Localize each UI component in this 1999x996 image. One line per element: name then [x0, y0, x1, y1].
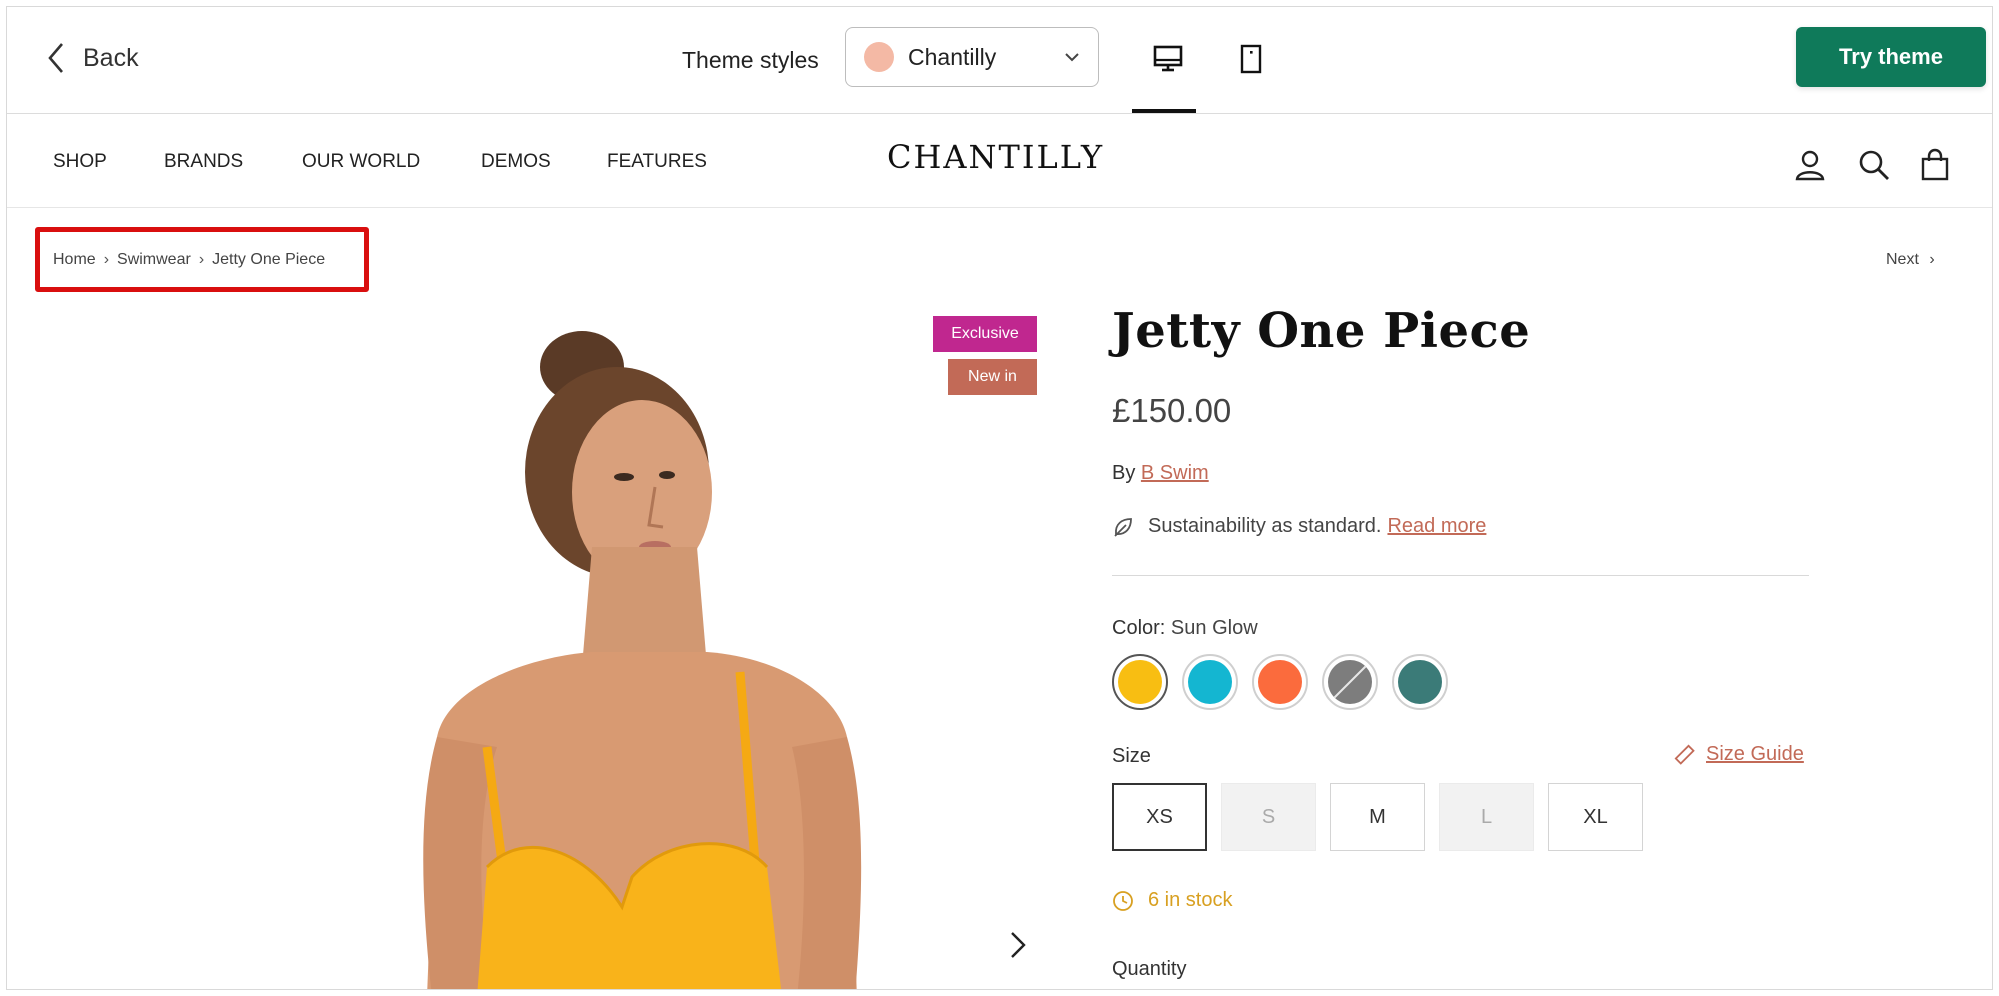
- mobile-icon: [1240, 44, 1262, 74]
- breadcrumb-home[interactable]: Home: [53, 251, 96, 269]
- product-brand-line: By B Swim: [1112, 462, 1209, 485]
- ruler-icon: [1674, 744, 1695, 765]
- swatch-fill: [1188, 660, 1232, 704]
- store-logo[interactable]: CHANTILLY: [887, 138, 1104, 176]
- breadcrumb-current: Jetty One Piece: [212, 251, 326, 268]
- chevron-left-icon: [48, 43, 63, 73]
- chevron-right-icon: ›: [1929, 251, 1935, 268]
- browser-frame: Back Theme styles Chantilly Try theme SH…: [6, 6, 1993, 990]
- swatch-fill: [1328, 660, 1372, 704]
- back-label: Back: [83, 43, 139, 72]
- size-s[interactable]: S: [1221, 783, 1316, 851]
- size-options: XS S M L XL: [1112, 783, 1643, 851]
- product-title: Jetty One Piece: [1112, 303, 1531, 359]
- desktop-icon: [1153, 45, 1183, 72]
- cart-icon[interactable]: [1918, 148, 1952, 182]
- product-price: £150.00: [1112, 392, 1232, 429]
- sustainability-line: Sustainability as standard. Read more: [1112, 515, 1486, 538]
- size-xl[interactable]: XL: [1548, 783, 1643, 851]
- leaf-icon: [1114, 517, 1132, 537]
- quantity-label: Quantity: [1112, 958, 1187, 980]
- swatch-fill: [1258, 660, 1302, 704]
- account-icon[interactable]: [1793, 148, 1827, 182]
- chevron-down-icon: [1065, 53, 1079, 62]
- stock-status: 6 in stock: [1112, 889, 1232, 912]
- size-xs[interactable]: XS: [1112, 783, 1207, 851]
- swatch-sun-glow[interactable]: [1112, 654, 1168, 710]
- size-m[interactable]: M: [1330, 783, 1425, 851]
- nav-demos[interactable]: DEMOS: [481, 151, 551, 173]
- nav-brands[interactable]: BRANDS: [164, 151, 243, 173]
- sustainability-text: Sustainability as standard.: [1148, 515, 1382, 537]
- stock-text: 6 in stock: [1148, 889, 1233, 911]
- product-gallery: [7, 307, 1067, 990]
- color-swatches: [1112, 654, 1448, 710]
- breadcrumb: Home › Swimwear › Jetty One Piece: [53, 251, 325, 269]
- badge-new-in: New in: [948, 359, 1037, 395]
- nav-features[interactable]: FEATURES: [607, 151, 707, 173]
- back-button[interactable]: Back: [45, 41, 139, 75]
- theme-style-select[interactable]: Chantilly: [845, 27, 1099, 87]
- style-color-dot: [864, 42, 894, 72]
- clock-icon: [1113, 890, 1133, 911]
- size-l[interactable]: L: [1439, 783, 1534, 851]
- size-guide-link[interactable]: Size Guide: [1674, 743, 1804, 766]
- try-theme-button[interactable]: Try theme: [1796, 27, 1986, 87]
- nav-shop[interactable]: SHOP: [53, 151, 107, 173]
- theme-styles-label: Theme styles: [682, 47, 819, 73]
- desktop-view-button[interactable]: [1148, 39, 1188, 79]
- swatch-turquoise[interactable]: [1182, 654, 1238, 710]
- color-label-key: Color:: [1112, 617, 1166, 639]
- next-product-link[interactable]: Next ›: [1886, 251, 1935, 269]
- swatch-teal[interactable]: [1392, 654, 1448, 710]
- breadcrumb-swimwear[interactable]: Swimwear: [117, 251, 191, 269]
- color-label: Color: Sun Glow: [1112, 617, 1258, 640]
- chevron-right-icon: ›: [103, 251, 110, 268]
- active-view-indicator: [1132, 109, 1196, 113]
- swatch-fill: [1118, 660, 1162, 704]
- color-value: Sun Glow: [1170, 617, 1258, 639]
- gallery-next-icon[interactable]: [1003, 925, 1033, 965]
- divider: [1112, 575, 1809, 576]
- nav-our-world[interactable]: OUR WORLD: [302, 151, 420, 173]
- selected-style-name: Chantilly: [908, 43, 997, 70]
- brand-link[interactable]: B Swim: [1141, 462, 1209, 484]
- search-icon[interactable]: [1857, 148, 1891, 182]
- badge-exclusive: Exclusive: [933, 316, 1037, 352]
- swatch-orange[interactable]: [1252, 654, 1308, 710]
- theme-preview-bar: Back Theme styles Chantilly Try theme: [7, 7, 1992, 114]
- swatch-fill: [1398, 660, 1442, 704]
- mobile-view-button[interactable]: [1231, 39, 1271, 79]
- chevron-right-icon: ›: [198, 251, 205, 268]
- next-label: Next: [1886, 251, 1919, 268]
- by-label: By: [1112, 462, 1136, 484]
- size-guide-label: Size Guide: [1706, 743, 1804, 765]
- swatch-grey-unavailable[interactable]: [1322, 654, 1378, 710]
- store-header: SHOP BRANDS OUR WORLD DEMOS FEATURES CHA…: [7, 114, 1992, 208]
- product-image[interactable]: [7, 307, 1067, 990]
- read-more-link[interactable]: Read more: [1387, 515, 1486, 538]
- size-label: Size: [1112, 745, 1151, 767]
